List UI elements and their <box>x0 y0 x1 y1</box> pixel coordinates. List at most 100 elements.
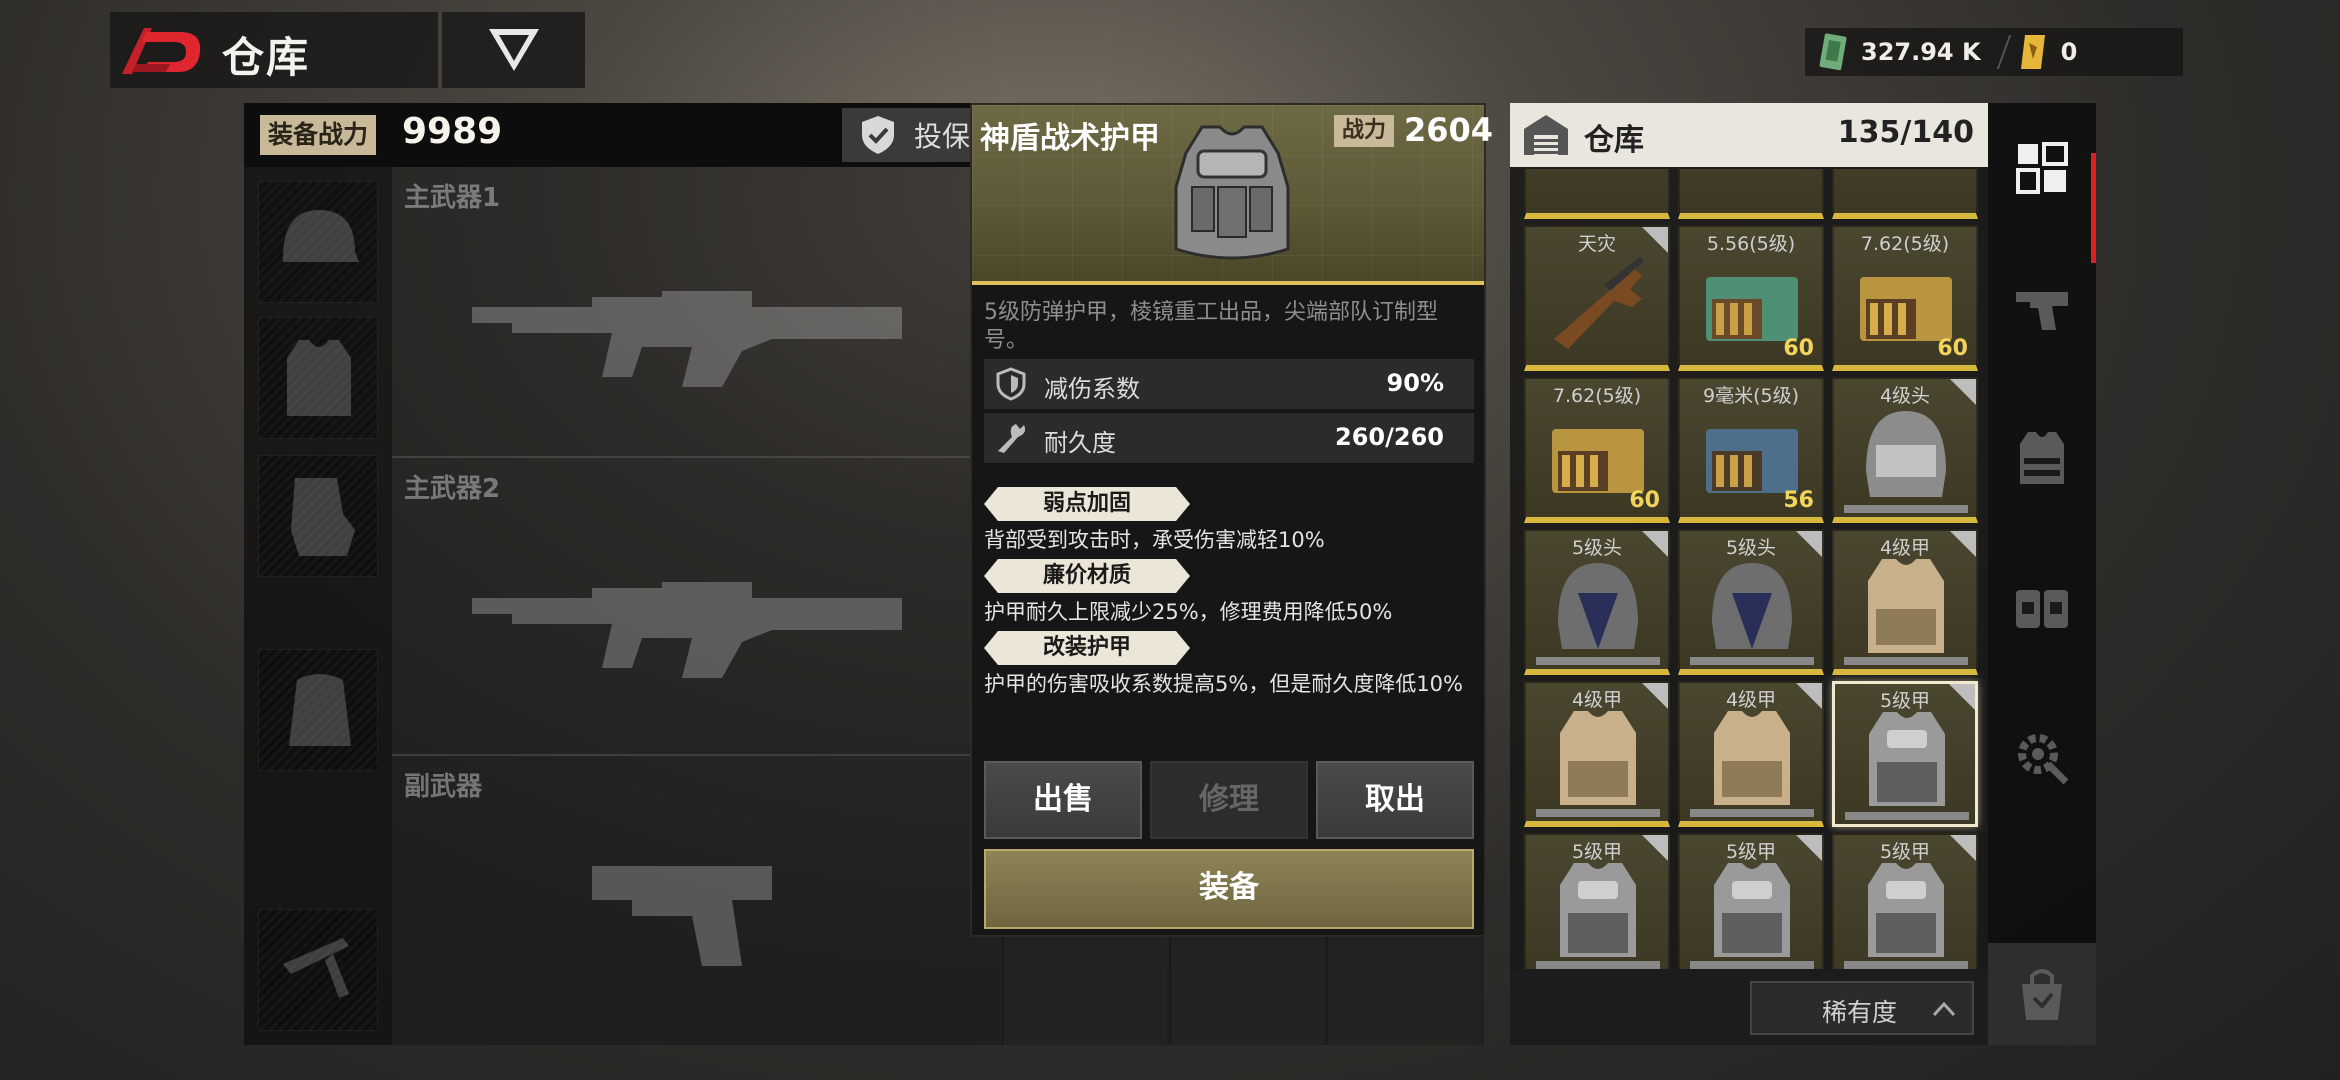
wrench-icon <box>998 424 1026 453</box>
item-cell-quantity: 60 <box>1629 488 1660 513</box>
item-corner-flag <box>1950 835 1976 861</box>
helmet-dark-item-icon <box>1712 563 1792 649</box>
rail-armor[interactable] <box>1988 393 2096 523</box>
sell-button[interactable]: 出售 <box>984 761 1142 839</box>
warehouse-item-cell[interactable]: 5.56(5级) 60 <box>1678 225 1824 371</box>
ammo-box-icon <box>2016 590 2068 628</box>
equip-button[interactable]: 装备 <box>984 849 1474 929</box>
warehouse-item-cell[interactable]: 4级甲 <box>1524 681 1670 827</box>
warehouse-item-cell[interactable] <box>1524 169 1670 219</box>
vest-tan-item-icon <box>1868 559 1944 653</box>
warehouse-item-cell[interactable]: 4级甲 <box>1678 681 1824 827</box>
game-logo-icon <box>122 28 201 74</box>
warehouse-title: 仓库 <box>1584 123 1644 158</box>
gear-power-label: 装备战力 <box>260 115 377 155</box>
empty-slot-tile <box>1326 930 1481 1045</box>
item-corner-flag <box>1949 684 1975 710</box>
vest-grey-item-icon <box>1869 712 1945 806</box>
sort-rarity-button[interactable]: 稀有度 <box>1750 981 1974 1035</box>
title-box: 仓库 <box>110 12 438 88</box>
warehouse-panel: 仓库 135/140 天灾 5.56(5级) 60 7.62(5级) 60 7.62(5级… <box>1510 103 1988 1045</box>
rail-parts[interactable] <box>1988 693 2096 823</box>
stat-name: 耐久度 <box>1044 429 1116 457</box>
warehouse-item-cell[interactable] <box>1678 169 1824 219</box>
warehouse-item-cell[interactable]: 4级头 <box>1832 377 1978 523</box>
repair-button[interactable]: 修理 <box>1150 761 1308 839</box>
item-corner-flag <box>1642 835 1668 861</box>
warehouse-item-cell[interactable]: 7.62(5级) 60 <box>1524 377 1670 523</box>
ticket-icon <box>2020 35 2045 69</box>
helmet-slot[interactable] <box>258 181 378 303</box>
warehouse-item-cell[interactable] <box>1832 169 1978 219</box>
melee-slot[interactable] <box>258 909 378 1031</box>
pouch-slot[interactable] <box>258 455 378 577</box>
ticket-currency[interactable]: 0 <box>2005 28 2078 76</box>
vest-tan-item-icon <box>1560 711 1636 805</box>
durability-bar <box>1536 809 1660 817</box>
item-detail-popup: 神盾战术护甲 战力 2604 5级防弹护甲，棱镜重工出品，尖端部队订制型号。 减… <box>970 103 1493 937</box>
rail-all[interactable] <box>1988 103 2096 233</box>
warehouse-item-cell[interactable]: 5级头 <box>1678 529 1824 675</box>
durability-bar <box>1536 657 1660 665</box>
stat-value: 260/260 <box>1335 423 1444 451</box>
combat-power-value: 2604 <box>1404 111 1494 149</box>
rifle-item-icon <box>1554 257 1644 349</box>
warehouse-item-cell[interactable]: 9毫米(5级) 56 <box>1678 377 1824 523</box>
rarity-line <box>972 281 1484 285</box>
item-corner-flag <box>1642 683 1668 709</box>
warehouse-item-cell[interactable]: 5级头 <box>1524 529 1670 675</box>
secondary-weapon-slot[interactable]: 副武器 <box>392 756 992 1046</box>
chevron-v-icon <box>488 29 539 71</box>
helmet-dark-item-icon <box>1558 563 1638 649</box>
shopping-bag-icon <box>2022 969 2062 1020</box>
sort-bar: 稀有度 <box>1510 969 1988 1045</box>
vest-grey-item-icon <box>1868 863 1944 957</box>
take-out-button[interactable]: 取出 <box>1316 761 1474 839</box>
warehouse-item-cell[interactable]: 天灾 <box>1524 225 1670 371</box>
durability-bar <box>1844 505 1968 513</box>
durability-bar <box>1690 657 1814 665</box>
partial-item-icon <box>1544 169 1652 205</box>
item-cell-quantity: 60 <box>1783 336 1814 361</box>
backpack-icon <box>289 674 351 746</box>
warehouse-grid: 天灾 5.56(5级) 60 7.62(5级) 60 7.62(5级) 60 9毫米(5级) 5… <box>1510 169 1988 969</box>
warehouse-item-cell[interactable]: 5级甲 <box>1832 681 1978 827</box>
item-cell-name: 7.62(5级) <box>1552 385 1642 407</box>
stat-damage-reduction: 减伤系数 90% <box>984 359 1474 409</box>
warehouse-item-cell[interactable]: 4级甲 <box>1832 529 1978 675</box>
item-description: 5级防弹护甲，棱镜重工出品，尖端部队订制型号。 <box>984 300 1438 353</box>
insure-label: 投保 <box>914 120 971 153</box>
warehouse-item-cell[interactable]: 5级甲 <box>1832 833 1978 969</box>
cash-amount: 327.94 K <box>1861 38 1981 66</box>
pistol-icon <box>2016 292 2068 330</box>
shop-button[interactable] <box>1988 943 2096 1045</box>
backpack-slot[interactable] <box>258 649 378 771</box>
empty-slot-tile <box>1002 930 1167 1045</box>
vest-grey-item-icon <box>1560 863 1636 957</box>
cash-currency[interactable]: 327.94 K <box>1805 28 1981 76</box>
combat-power-tag: 战力 <box>1334 115 1395 147</box>
warehouse-icon <box>1524 115 1568 155</box>
durability-bar <box>1844 657 1968 665</box>
primary-weapon-1-slot[interactable]: 主武器1 <box>392 167 992 455</box>
rail-ammo[interactable] <box>1988 543 2096 673</box>
durability-bar <box>1845 812 1969 820</box>
mode-toggle-button[interactable] <box>442 12 585 88</box>
vest-icon <box>2020 432 2064 484</box>
warehouse-item-cell[interactable]: 5级甲 <box>1524 833 1670 969</box>
ticket-amount: 0 <box>2060 38 2078 66</box>
primary-weapon-2-slot[interactable]: 主武器2 <box>392 458 992 754</box>
rifle-silhouette-icon <box>472 582 902 678</box>
page-title: 仓库 <box>222 33 311 82</box>
warehouse-item-cell[interactable]: 7.62(5级) 60 <box>1832 225 1978 371</box>
armor-slot[interactable] <box>258 317 378 439</box>
item-detail-header: 神盾战术护甲 战力 2604 <box>972 105 1493 285</box>
vest-grey-item-icon <box>1714 863 1790 957</box>
pistol-silhouette-icon <box>592 866 772 966</box>
warehouse-item-cell[interactable]: 5级甲 <box>1678 833 1824 969</box>
helmet-item-icon <box>1866 411 1946 497</box>
item-cell-quantity: 60 <box>1937 336 1968 361</box>
pouch-icon <box>291 478 355 556</box>
weapon-slot-label: 主武器1 <box>404 183 501 213</box>
rail-weapons[interactable] <box>1988 243 2096 373</box>
